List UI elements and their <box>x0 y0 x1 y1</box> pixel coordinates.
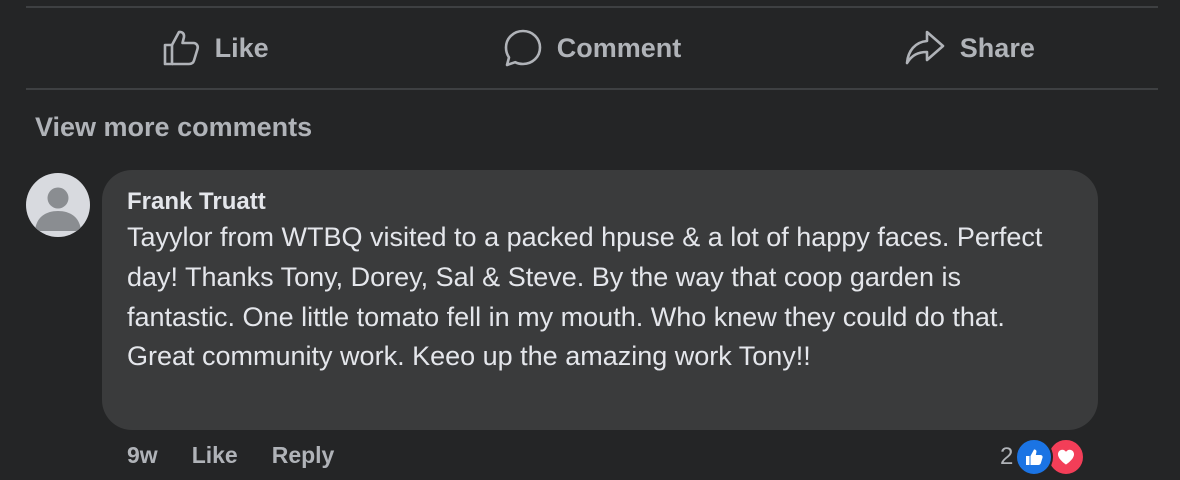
default-user-icon <box>26 187 90 237</box>
avatar[interactable] <box>26 173 90 237</box>
comment-reply-button[interactable]: Reply <box>272 442 335 469</box>
reaction-count: 2 <box>1000 443 1014 470</box>
comment-bubble: Frank Truatt Tayylor from WTBQ visited t… <box>102 170 1098 430</box>
view-more-comments-link[interactable]: View more comments <box>35 112 312 143</box>
comment-bubble-icon <box>503 28 543 68</box>
comment-text: Tayylor from WTBQ visited to a packed hp… <box>127 222 1043 372</box>
like-button[interactable]: Like <box>26 10 403 86</box>
reaction-summary[interactable]: 2 <box>1000 437 1086 477</box>
comment-author[interactable]: Frank Truatt <box>127 188 1074 216</box>
like-reaction-icon <box>1015 438 1054 476</box>
share-button-label: Share <box>959 32 1035 63</box>
thumbs-up-icon <box>161 28 201 68</box>
comment-meta: 9w Like Reply <box>127 442 334 469</box>
comment-button-label: Comment <box>556 32 682 63</box>
share-button[interactable]: Share <box>781 10 1158 86</box>
comment-timestamp[interactable]: 9w <box>127 442 158 469</box>
comment-button[interactable]: Comment <box>403 10 780 86</box>
love-reaction-icon <box>1047 438 1086 476</box>
comment-like-button[interactable]: Like <box>192 442 238 469</box>
top-divider <box>26 6 1158 8</box>
bottom-divider <box>26 88 1158 90</box>
post-action-bar: Like Comment Share <box>26 10 1158 86</box>
like-button-label: Like <box>214 32 269 63</box>
share-arrow-icon <box>904 28 946 68</box>
